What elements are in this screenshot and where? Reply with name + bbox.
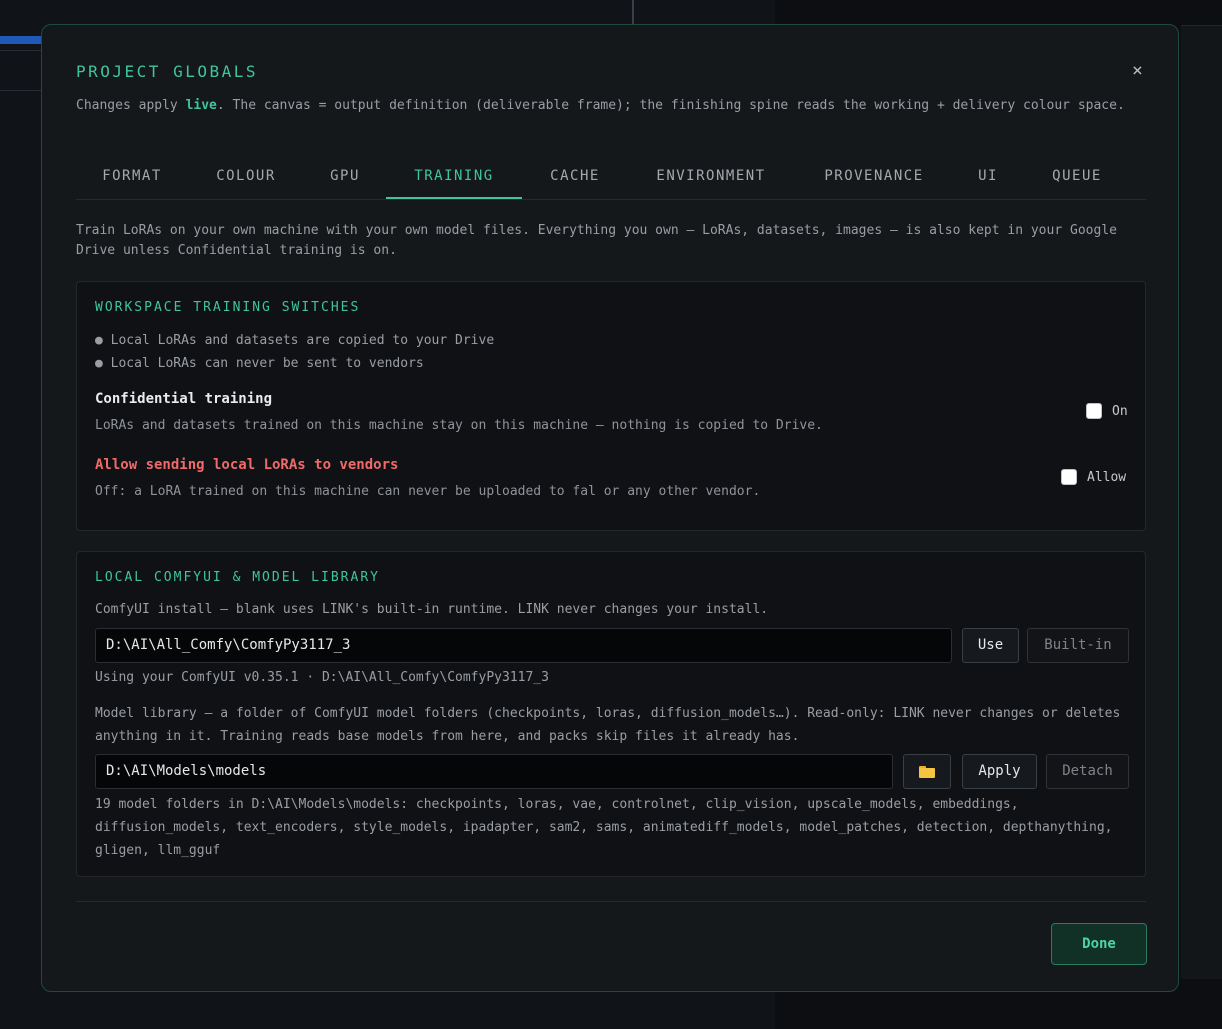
background-divider xyxy=(0,90,42,91)
use-button[interactable]: Use xyxy=(962,628,1019,663)
comfyui-install-status: Using your ComfyUI v0.35.1 · D:\AI\All_C… xyxy=(95,670,549,685)
background-side-panel xyxy=(1181,25,1222,979)
background-selection-bar xyxy=(0,36,42,44)
comfyui-install-input[interactable]: D:\AI\All_Comfy\ComfyPy3117_3 xyxy=(95,628,952,663)
tab-bar: FORMAT COLOUR GPU TRAINING CACHE ENVIRON… xyxy=(76,153,1146,200)
card-title: LOCAL COMFYUI & MODEL LIBRARY xyxy=(95,570,380,585)
subtitle-text: . The canvas = output definition (delive… xyxy=(216,98,1125,113)
builtin-button[interactable]: Built-in xyxy=(1027,628,1129,663)
dialog-subtitle: Changes apply live. The canvas = output … xyxy=(76,95,1146,116)
checkbox-label: On xyxy=(1112,403,1128,419)
training-intro: Train LoRAs on your own machine with you… xyxy=(76,223,1117,258)
close-icon[interactable]: × xyxy=(1132,60,1143,81)
bullet-item: ● Local LoRAs and datasets are copied to… xyxy=(95,333,495,348)
allow-vendors-checkbox[interactable] xyxy=(1061,469,1077,485)
background-divider xyxy=(632,0,634,24)
confidential-training-toggle[interactable]: On xyxy=(1086,403,1128,419)
card-title: WORKSPACE TRAINING SWITCHES xyxy=(95,300,361,315)
model-library-status: 19 model folders in D:\AI\Models\models:… xyxy=(95,797,1113,858)
tab-environment[interactable]: ENVIRONMENT xyxy=(628,153,794,199)
checkbox-label: Allow xyxy=(1087,469,1127,485)
tab-queue[interactable]: QUEUE xyxy=(1022,153,1132,199)
folder-icon xyxy=(919,766,935,778)
tab-gpu[interactable]: GPU xyxy=(304,153,386,199)
confidential-training-desc: LoRAs and datasets trained on this machi… xyxy=(95,418,823,433)
tab-training[interactable]: TRAINING xyxy=(386,153,522,199)
detach-button[interactable]: Detach xyxy=(1046,754,1129,789)
allow-vendors-title: Allow sending local LoRAs to vendors xyxy=(95,457,399,473)
apply-button[interactable]: Apply xyxy=(962,754,1037,789)
model-library-label: Model library — a folder of ComfyUI mode… xyxy=(95,706,1121,744)
confidential-training-title: Confidential training xyxy=(95,391,273,407)
done-button[interactable]: Done xyxy=(1051,923,1147,965)
model-library-input[interactable]: D:\AI\Models\models xyxy=(95,754,893,789)
dialog-title: PROJECT GLOBALS xyxy=(76,62,258,81)
confidential-checkbox[interactable] xyxy=(1086,403,1102,419)
subtitle-live: live xyxy=(185,98,217,113)
browse-folder-button[interactable] xyxy=(903,754,951,789)
tab-colour[interactable]: COLOUR xyxy=(188,153,304,199)
subtitle-text: Changes apply xyxy=(76,98,186,113)
tab-format[interactable]: FORMAT xyxy=(76,153,188,199)
footer-divider xyxy=(76,901,1146,902)
tab-provenance[interactable]: PROVENANCE xyxy=(794,153,954,199)
project-globals-dialog: PROJECT GLOBALS × Changes apply live. Th… xyxy=(41,24,1179,992)
comfyui-install-label: ComfyUI install — blank uses LINK's buil… xyxy=(95,602,769,617)
bullet-item: ● Local LoRAs can never be sent to vendo… xyxy=(95,356,424,371)
tab-cache[interactable]: CACHE xyxy=(522,153,628,199)
local-comfyui-card: LOCAL COMFYUI & MODEL LIBRARY ComfyUI in… xyxy=(76,551,1146,877)
tab-ui[interactable]: UI xyxy=(954,153,1022,199)
allow-vendors-desc: Off: a LoRA trained on this machine can … xyxy=(95,484,761,499)
background-divider xyxy=(0,50,42,51)
allow-vendors-toggle[interactable]: Allow xyxy=(1061,469,1126,485)
workspace-training-switches-card: WORKSPACE TRAINING SWITCHES ● Local LoRA… xyxy=(76,281,1146,531)
